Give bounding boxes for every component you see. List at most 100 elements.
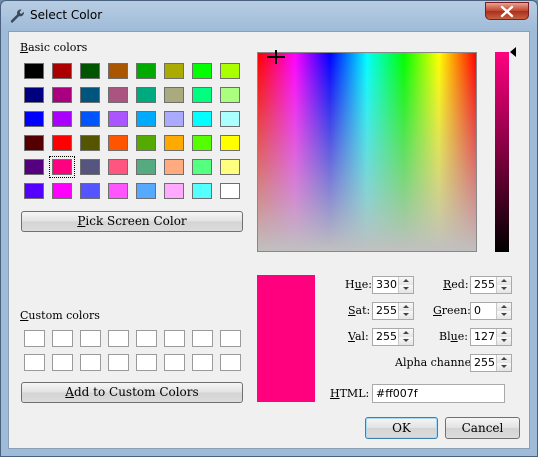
basic-color-swatch[interactable] xyxy=(49,156,75,178)
green-spinbox[interactable]: 0 xyxy=(470,302,512,320)
sat-label: Sat: xyxy=(348,304,371,317)
val-label: Val: xyxy=(348,330,369,343)
basic-color-swatch[interactable] xyxy=(192,183,212,199)
hue-label: Hue: xyxy=(345,278,372,291)
basic-color-swatch[interactable] xyxy=(24,159,44,175)
custom-color-slot[interactable] xyxy=(192,354,213,371)
hue-spinbox[interactable]: 330 xyxy=(372,276,414,294)
pick-screen-color-button[interactable]: Pick Screen Color xyxy=(21,211,243,232)
basic-color-swatch[interactable] xyxy=(220,159,240,175)
basic-color-swatch[interactable] xyxy=(192,111,212,127)
luminance-slider-handle[interactable] xyxy=(510,47,516,57)
basic-color-swatch[interactable] xyxy=(192,159,212,175)
basic-color-swatch[interactable] xyxy=(192,63,212,79)
green-decrease-arrow[interactable] xyxy=(497,311,511,319)
basic-color-swatch[interactable] xyxy=(192,135,212,151)
basic-color-swatch[interactable] xyxy=(80,87,100,103)
custom-color-slot[interactable] xyxy=(80,354,101,371)
basic-color-swatch[interactable] xyxy=(164,111,184,127)
blue-label: Blue: xyxy=(439,330,468,343)
custom-color-slot[interactable] xyxy=(52,330,73,347)
custom-color-slot[interactable] xyxy=(52,354,73,371)
basic-color-swatch[interactable] xyxy=(24,63,44,79)
val-spinbox[interactable]: 255 xyxy=(372,328,414,346)
alpha-decrease-arrow[interactable] xyxy=(497,363,511,371)
basic-color-swatch[interactable] xyxy=(24,183,44,199)
basic-color-swatch[interactable] xyxy=(220,87,240,103)
basic-color-swatch[interactable] xyxy=(80,63,100,79)
basic-color-swatch[interactable] xyxy=(108,183,128,199)
custom-color-slot[interactable] xyxy=(192,330,213,347)
custom-color-slot[interactable] xyxy=(220,354,241,371)
basic-color-swatch[interactable] xyxy=(136,135,156,151)
custom-color-slot[interactable] xyxy=(136,354,157,371)
basic-color-swatch[interactable] xyxy=(136,63,156,79)
basic-color-swatch[interactable] xyxy=(220,111,240,127)
basic-color-swatch[interactable] xyxy=(52,87,72,103)
blue-spinbox[interactable]: 127 xyxy=(470,328,512,346)
green-label: Green: xyxy=(433,304,471,317)
basic-color-swatch[interactable] xyxy=(80,135,100,151)
basic-color-swatch[interactable] xyxy=(52,135,72,151)
html-label: HTML: xyxy=(330,387,370,400)
custom-color-slot[interactable] xyxy=(108,330,129,347)
basic-color-swatch[interactable] xyxy=(136,111,156,127)
basic-color-swatch[interactable] xyxy=(24,135,44,151)
custom-color-slot[interactable] xyxy=(108,354,129,371)
basic-color-swatch[interactable] xyxy=(136,87,156,103)
basic-color-swatch[interactable] xyxy=(24,87,44,103)
custom-color-slot[interactable] xyxy=(220,330,241,347)
dialog-client-area: Basic colors Pick Screen Color Custom co… xyxy=(8,31,530,449)
blue-decrease-arrow[interactable] xyxy=(497,337,511,345)
basic-color-swatch[interactable] xyxy=(52,111,72,127)
red-decrease-arrow[interactable] xyxy=(497,285,511,293)
basic-color-swatch[interactable] xyxy=(108,159,128,175)
basic-color-swatch[interactable] xyxy=(80,159,100,175)
red-label: Red: xyxy=(443,278,469,291)
custom-color-slot[interactable] xyxy=(24,354,45,371)
custom-color-slot[interactable] xyxy=(164,354,185,371)
current-color-preview xyxy=(257,275,315,402)
color-spectrum-picker[interactable] xyxy=(257,52,477,252)
basic-color-swatch[interactable] xyxy=(52,63,72,79)
val-decrease-arrow[interactable] xyxy=(399,337,413,345)
basic-color-swatch[interactable] xyxy=(220,63,240,79)
ok-button[interactable]: OK xyxy=(365,417,438,439)
basic-color-swatch[interactable] xyxy=(164,63,184,79)
hue-decrease-arrow[interactable] xyxy=(399,285,413,293)
red-spinbox[interactable]: 255 xyxy=(470,276,512,294)
basic-color-swatch[interactable] xyxy=(52,183,72,199)
basic-color-swatch[interactable] xyxy=(164,135,184,151)
basic-color-swatch[interactable] xyxy=(164,183,184,199)
title-bar[interactable]: Select Color xyxy=(1,1,537,31)
basic-color-swatch[interactable] xyxy=(108,111,128,127)
custom-colors-label: Custom colors xyxy=(20,309,100,322)
basic-color-swatch[interactable] xyxy=(80,183,100,199)
basic-color-swatch[interactable] xyxy=(192,87,212,103)
basic-color-swatch[interactable] xyxy=(108,63,128,79)
basic-color-swatch[interactable] xyxy=(136,159,156,175)
window-title: Select Color xyxy=(30,8,103,22)
alpha-spinbox[interactable]: 255 xyxy=(470,354,512,372)
custom-color-slot[interactable] xyxy=(136,330,157,347)
luminance-slider[interactable] xyxy=(495,52,509,252)
html-color-input[interactable]: #ff007f xyxy=(372,384,505,403)
basic-color-swatch[interactable] xyxy=(108,87,128,103)
custom-color-slot[interactable] xyxy=(164,330,185,347)
sat-spinbox[interactable]: 255 xyxy=(372,302,414,320)
basic-color-swatch[interactable] xyxy=(164,159,184,175)
basic-color-swatch[interactable] xyxy=(80,111,100,127)
add-to-custom-colors-button[interactable]: Add to Custom Colors xyxy=(21,382,243,403)
basic-color-swatch[interactable] xyxy=(24,111,44,127)
basic-color-swatch[interactable] xyxy=(220,183,240,199)
basic-color-swatch[interactable] xyxy=(136,183,156,199)
cancel-button[interactable]: Cancel xyxy=(445,417,520,439)
basic-color-swatch[interactable] xyxy=(220,135,240,151)
custom-color-slot[interactable] xyxy=(80,330,101,347)
custom-color-slot[interactable] xyxy=(24,330,45,347)
sat-decrease-arrow[interactable] xyxy=(399,311,413,319)
basic-color-swatch[interactable] xyxy=(164,87,184,103)
alpha-channel-label: Alpha channel: xyxy=(395,356,479,369)
close-button[interactable] xyxy=(485,2,529,20)
basic-color-swatch[interactable] xyxy=(108,135,128,151)
